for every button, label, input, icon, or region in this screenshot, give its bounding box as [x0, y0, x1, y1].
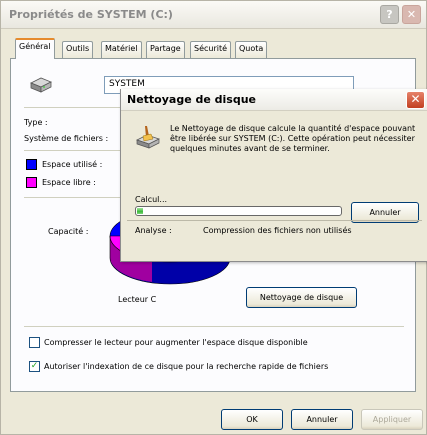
compress-label: Compresser le lecteur pour augmenter l'e… [44, 338, 308, 347]
drive-label: Lecteur C [118, 295, 157, 304]
analysis-value: Compression des fichiers non utilisés [203, 226, 352, 235]
disk-cleanup-icon [136, 126, 160, 149]
free-space-swatch [26, 177, 37, 188]
cleanup-progress-bar [135, 206, 342, 216]
progress-fill [137, 208, 340, 214]
index-label: Autoriser l'indexation de ce disque pour… [44, 362, 329, 371]
divider [127, 220, 422, 221]
dialog-message: Le Nettoyage de disque calcule la quanti… [170, 124, 416, 153]
close-button[interactable]: ✕ [402, 5, 421, 24]
calc-label: Calcul... [135, 195, 168, 204]
tab-general[interactable]: Général [15, 38, 55, 59]
tab-quota[interactable]: Quota [235, 41, 268, 58]
tab-hardware[interactable]: Matériel [101, 41, 142, 58]
filesystem-label: Système de fichiers : [24, 134, 109, 143]
ok-button[interactable]: OK [221, 409, 283, 430]
tab-security[interactable]: Sécurité [190, 41, 232, 58]
type-label: Type : [24, 118, 48, 127]
dialog-close-button[interactable]: ✕ [406, 91, 425, 109]
divider [24, 150, 124, 151]
cancel-button[interactable]: Annuler [291, 409, 353, 430]
index-checkbox[interactable]: ✓ [29, 361, 40, 372]
capacity-label: Capacité : [48, 227, 89, 236]
used-space-label: Espace utilisé : [42, 160, 103, 169]
progress-segment [137, 208, 143, 214]
help-button[interactable]: ? [380, 5, 399, 24]
dialog-titlebar[interactable]: Nettoyage de disque ✕ [121, 89, 427, 111]
apply-button[interactable]: Appliquer [361, 409, 423, 430]
tab-tools[interactable]: Outils [62, 41, 94, 58]
properties-titlebar[interactable]: Propriétés de SYSTEM (C:) ? ✕ [1, 1, 426, 29]
compress-checkbox[interactable] [29, 337, 40, 348]
window-title: Propriétés de SYSTEM (C:) [9, 8, 173, 21]
disk-cleanup-button[interactable]: Nettoyage de disque [246, 287, 357, 308]
disk-cleanup-dialog: Nettoyage de disque ✕ Le Nettoyage de di… [120, 89, 427, 262]
used-space-swatch [26, 159, 37, 170]
hard-drive-icon [30, 77, 52, 93]
divider [24, 326, 404, 327]
tab-sharing[interactable]: Partage [146, 41, 185, 58]
dialog-title: Nettoyage de disque [127, 93, 257, 106]
free-space-label: Espace libre : [42, 178, 96, 187]
analysis-label: Analyse : [135, 226, 172, 235]
